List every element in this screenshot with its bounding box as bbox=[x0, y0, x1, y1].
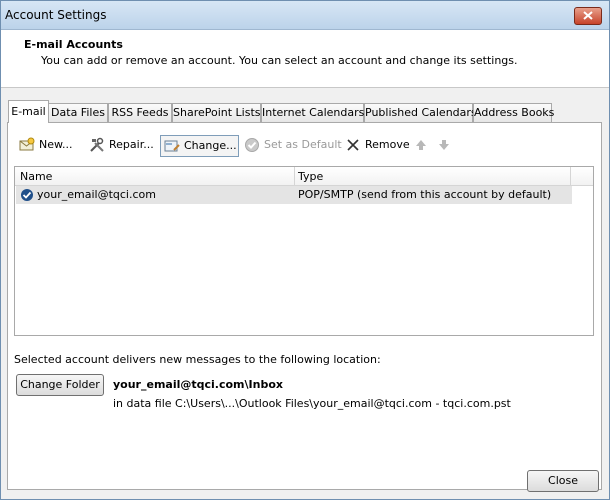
change-account-button[interactable]: Change... bbox=[160, 135, 239, 157]
arrow-down-icon bbox=[439, 140, 449, 150]
dialog-body: E-mail Accounts You can add or remove an… bbox=[1, 30, 609, 499]
change-label: Change... bbox=[184, 139, 237, 152]
tab-address-books[interactable]: Address Books bbox=[473, 103, 554, 122]
repair-account-button[interactable]: Repair... bbox=[86, 135, 154, 155]
tab-email[interactable]: E-mail bbox=[8, 100, 49, 123]
accounts-list[interactable]: Name Type your_email@tqci.com POP/SMTP (… bbox=[14, 166, 594, 336]
tab-published-calendars[interactable]: Published Calendars bbox=[364, 103, 477, 122]
remove-x-icon bbox=[347, 139, 359, 151]
move-down-button[interactable] bbox=[436, 135, 452, 155]
change-settings-icon bbox=[164, 140, 180, 152]
new-label: New... bbox=[39, 138, 73, 151]
delivery-description: Selected account delivers new messages t… bbox=[14, 353, 381, 366]
checkmark-circle-icon bbox=[245, 138, 259, 152]
header-area: E-mail Accounts You can add or remove an… bbox=[1, 30, 609, 88]
new-account-button[interactable]: New... bbox=[16, 135, 78, 155]
tab-data-files[interactable]: Data Files bbox=[48, 103, 108, 122]
tab-rss-feeds[interactable]: RSS Feeds bbox=[108, 103, 172, 122]
tab-internet-calendars[interactable]: Internet Calendars bbox=[261, 103, 364, 122]
repair-label: Repair... bbox=[109, 138, 154, 151]
accounts-list-header: Name Type bbox=[15, 167, 593, 186]
repair-tools-icon bbox=[90, 137, 104, 152]
set-as-default-label: Set as Default bbox=[264, 138, 342, 151]
account-settings-window: Account Settings E-mail Accounts You can… bbox=[0, 0, 610, 500]
email-tab-panel: New... Repair... Change... Set as Defaul… bbox=[7, 122, 602, 490]
tab-sharepoint-lists[interactable]: SharePoint Lists bbox=[172, 103, 261, 122]
header-subtitle: You can add or remove an account. You ca… bbox=[41, 54, 518, 67]
column-header-type[interactable]: Type bbox=[298, 170, 323, 183]
remove-label: Remove bbox=[365, 138, 410, 151]
inbox-path: your_email@tqci.com\Inbox bbox=[113, 378, 283, 391]
close-icon bbox=[583, 11, 593, 20]
header-title: E-mail Accounts bbox=[24, 38, 123, 51]
column-divider[interactable] bbox=[294, 167, 295, 185]
move-up-button[interactable] bbox=[413, 135, 429, 155]
table-row[interactable]: your_email@tqci.com POP/SMTP (send from … bbox=[16, 186, 572, 204]
data-file-path: in data file C:\Users\...\Outlook Files\… bbox=[113, 397, 511, 410]
new-mail-icon bbox=[19, 137, 35, 151]
column-divider[interactable] bbox=[570, 167, 571, 185]
remove-account-button[interactable]: Remove bbox=[342, 135, 410, 155]
account-type: POP/SMTP (send from this account by defa… bbox=[298, 188, 552, 201]
close-button[interactable]: Close bbox=[527, 470, 599, 492]
change-folder-button[interactable]: Change Folder bbox=[16, 374, 104, 396]
window-close-button[interactable] bbox=[574, 7, 602, 25]
window-title: Account Settings bbox=[5, 8, 107, 22]
set-as-default-button[interactable]: Set as Default bbox=[241, 135, 342, 155]
account-name: your_email@tqci.com bbox=[37, 188, 156, 201]
title-bar[interactable]: Account Settings bbox=[1, 1, 609, 30]
column-header-name[interactable]: Name bbox=[20, 170, 52, 183]
default-account-check-icon bbox=[21, 189, 33, 201]
arrow-up-icon bbox=[416, 140, 426, 150]
